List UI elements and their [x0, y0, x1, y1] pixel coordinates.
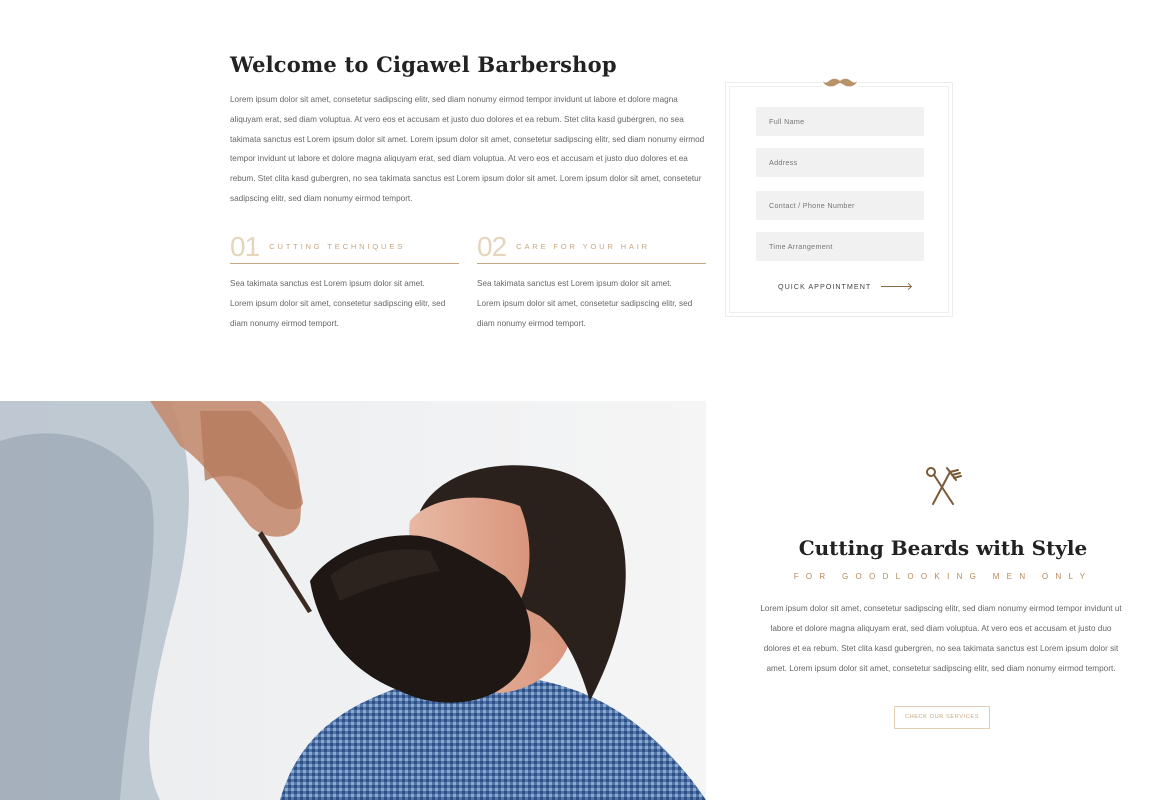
welcome-paragraph: Lorem ipsum dolor sit amet, consetetur s… — [230, 95, 705, 203]
arrow-right-icon — [881, 286, 912, 287]
time-arrangement-field[interactable] — [756, 232, 924, 261]
feature-cutting-techniques: 01 Cutting Techniques Sea takimata sanct… — [230, 230, 459, 333]
feature-number: 01 — [230, 230, 260, 262]
feature-title: Cutting Techniques — [269, 242, 406, 251]
beards-paragraph: Lorem ipsum dolor sit amet, consetetur s… — [760, 604, 1122, 673]
feature-title: Care for your hair — [516, 242, 650, 251]
full-name-field[interactable] — [756, 107, 924, 136]
address-field[interactable] — [756, 148, 924, 177]
mustache-icon — [822, 78, 858, 90]
feature-text: Sea takimata sanctus est Lorem ipsum dol… — [477, 279, 693, 328]
feature-header: 01 Cutting Techniques — [230, 230, 459, 264]
appointment-form: QUICK APPOINTMENT — [725, 78, 953, 317]
phone-field[interactable] — [756, 191, 924, 220]
feature-number: 02 — [477, 230, 507, 262]
quick-appointment-button[interactable]: QUICK APPOINTMENT — [778, 282, 912, 291]
feature-text: Sea takimata sanctus est Lorem ipsum dol… — [230, 279, 446, 328]
photo-illustration — [0, 401, 706, 800]
beards-title: Cutting Beards with Style — [798, 536, 1088, 560]
check-services-button[interactable]: Check our services — [894, 706, 990, 729]
quick-appointment-label: QUICK APPOINTMENT — [778, 282, 872, 291]
feature-hair-care: 02 Care for your hair Sea takimata sanct… — [477, 230, 706, 333]
beards-subtitle: For goodlooking men only — [793, 572, 1093, 581]
feature-header: 02 Care for your hair — [477, 230, 706, 264]
barber-trimming-beard-photo — [0, 401, 706, 800]
welcome-title: Welcome to Cigawel Barbershop — [230, 52, 617, 77]
scissors-comb-icon — [925, 466, 963, 508]
